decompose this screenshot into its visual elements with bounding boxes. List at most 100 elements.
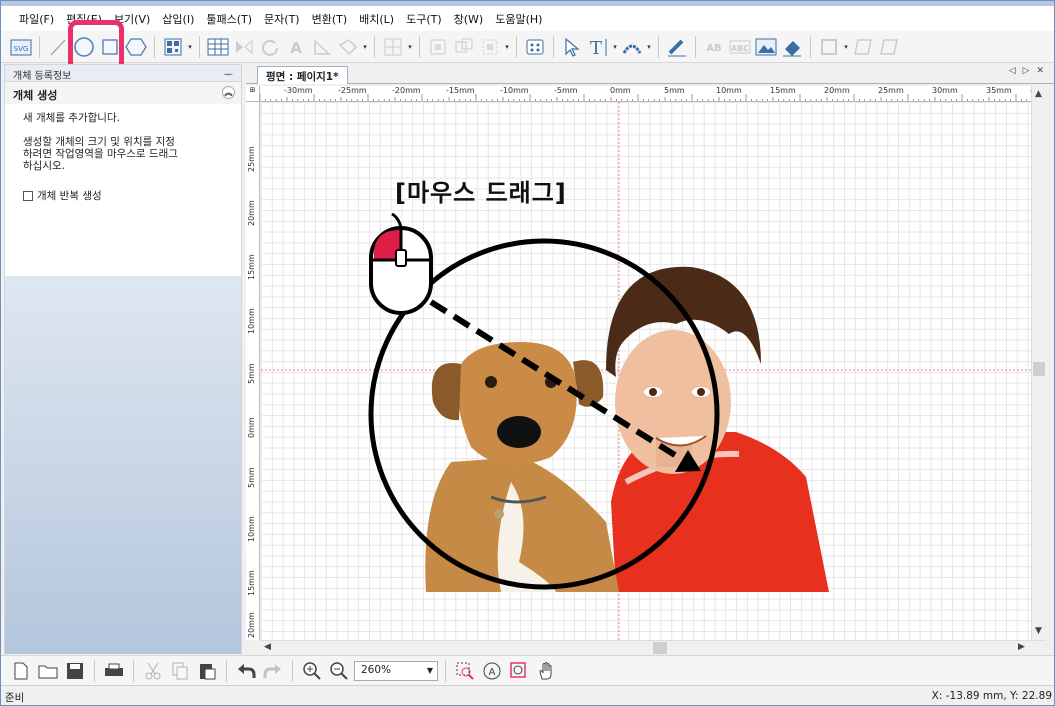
- pan-hand-icon[interactable]: [534, 659, 558, 683]
- curve-text-icon[interactable]: [620, 35, 644, 59]
- application-window: 파일(F) 편집(E) 보기(V) 삽입(I) 툴패스(T) 문자(T) 변환(…: [0, 0, 1055, 706]
- ruler-label: 0mm: [610, 86, 631, 95]
- zoom-in-icon[interactable]: [300, 659, 324, 683]
- ruler-label: 15mm: [770, 86, 796, 95]
- ruler-label: 20mm: [247, 612, 256, 638]
- repeat-create-checkbox[interactable]: 개체 반복 생성: [23, 190, 223, 202]
- qr-code-icon[interactable]: [161, 35, 185, 59]
- ungroup-dropdown-icon[interactable]: ▾: [504, 35, 510, 59]
- redo-icon[interactable]: [261, 659, 285, 683]
- save-icon[interactable]: [63, 659, 87, 683]
- checkbox-icon[interactable]: [23, 191, 33, 201]
- cut-icon[interactable]: [141, 659, 165, 683]
- repeat-create-label: 개체 반복 생성: [37, 190, 102, 202]
- zoom-out-icon[interactable]: [327, 659, 351, 683]
- menu-toolpath[interactable]: 툴패스(T): [200, 11, 258, 27]
- ruler-label: -10mm: [500, 86, 529, 95]
- ruler-label: -15mm: [446, 86, 475, 95]
- tab-nav-arrows[interactable]: ◁ ▷ ✕: [1009, 66, 1046, 76]
- slant-icon[interactable]: [310, 35, 334, 59]
- top-ruler: -30mm -25mm -20mm -15mm -10mm -5mm 0mm 5…: [260, 86, 1040, 102]
- drawing-canvas[interactable]: [261, 102, 1031, 640]
- cursor-coordinates: X: -13.89 mm, Y: 22.89: [931, 690, 1052, 702]
- menu-bar: 파일(F) 편집(E) 보기(V) 삽입(I) 툴패스(T) 문자(T) 변환(…: [1, 1, 1054, 31]
- text-tool-icon[interactable]: T: [586, 35, 610, 59]
- pen-icon[interactable]: [665, 35, 689, 59]
- zoom-level-select[interactable]: 260% ▼: [354, 660, 438, 681]
- table-icon[interactable]: [206, 35, 230, 59]
- copy-icon[interactable]: [168, 659, 192, 683]
- ruler-label: 5mm: [664, 86, 685, 95]
- polygon-tool-icon[interactable]: [124, 35, 148, 59]
- bottom-toolbar: 260% ▼ A: [1, 655, 1054, 685]
- align-icon[interactable]: [426, 35, 450, 59]
- main-toolbar: SVG ▾ A ▾ ▾ ▾ T ▾ ▾ AB ABC ▾: [1, 31, 1054, 63]
- svg-text:AB: AB: [706, 43, 721, 54]
- panel-title: 개체 등록정보 ᅮ: [5, 65, 241, 82]
- zoom-all-icon[interactable]: A: [480, 659, 504, 683]
- frame2-icon[interactable]: [851, 35, 875, 59]
- text-dropdown-icon[interactable]: ▾: [612, 35, 618, 59]
- group-icon[interactable]: [452, 35, 476, 59]
- vertical-scroll-thumb[interactable]: [1033, 362, 1045, 376]
- scroll-down-icon[interactable]: ▼: [1035, 626, 1042, 636]
- scroll-right-icon[interactable]: ▶: [1018, 642, 1025, 652]
- image-icon[interactable]: [754, 35, 778, 59]
- ruler-label: -30mm: [284, 86, 313, 95]
- horizontal-scrollbar[interactable]: ◀ ▶: [260, 640, 1046, 655]
- menu-tools[interactable]: 도구(T): [400, 11, 448, 27]
- panel-title-text: 개체 등록정보: [13, 71, 72, 82]
- menu-help[interactable]: 도움말(H): [489, 11, 548, 27]
- array-icon[interactable]: [381, 35, 405, 59]
- shape-dropdown-icon[interactable]: ▾: [362, 35, 368, 59]
- text-outline-icon[interactable]: A: [284, 35, 308, 59]
- rotate-icon[interactable]: [258, 35, 282, 59]
- vertical-scrollbar[interactable]: ▲ ▼: [1031, 86, 1046, 640]
- scroll-left-icon[interactable]: ◀: [264, 642, 271, 652]
- print-icon[interactable]: [102, 659, 126, 683]
- svg-import-icon[interactable]: SVG: [9, 35, 33, 59]
- grid-icon[interactable]: [523, 35, 547, 59]
- menu-transform[interactable]: 변환(T): [306, 11, 354, 27]
- array-dropdown-icon[interactable]: ▾: [407, 35, 413, 59]
- left-ruler: 25mm 20mm 15mm 10mm 5mm 0mm 5mm 10mm 15m…: [246, 102, 260, 640]
- photo-dog-illustration: [425, 342, 619, 592]
- collapse-icon[interactable]: ︽: [222, 86, 235, 99]
- tab-page1[interactable]: 평면 : 페이지1*: [257, 66, 348, 84]
- menu-window[interactable]: 창(W): [448, 11, 490, 27]
- text-abc-icon[interactable]: ABC: [728, 35, 752, 59]
- horizontal-scroll-thumb[interactable]: [653, 642, 667, 654]
- menu-text[interactable]: 문자(T): [258, 11, 306, 27]
- menu-insert[interactable]: 삽입(I): [156, 11, 200, 27]
- ruler-corner: ⊞: [246, 86, 260, 102]
- scroll-up-icon[interactable]: ▲: [1035, 89, 1042, 99]
- status-text: 준비: [5, 692, 25, 704]
- frame3-icon[interactable]: [877, 35, 901, 59]
- new-file-icon[interactable]: [9, 659, 33, 683]
- mirror-icon[interactable]: [232, 35, 256, 59]
- qr-dropdown-icon[interactable]: ▾: [187, 35, 193, 59]
- ruler-label: -5mm: [554, 86, 578, 95]
- ruler-label: 30mm: [932, 86, 958, 95]
- chevron-down-icon[interactable]: ▼: [427, 666, 433, 675]
- select-arrow-icon[interactable]: [560, 35, 584, 59]
- undo-icon[interactable]: [234, 659, 258, 683]
- zoom-fit-icon[interactable]: [507, 659, 531, 683]
- pin-icon[interactable]: ᅮ: [224, 66, 233, 81]
- line-tool-icon[interactable]: [46, 35, 70, 59]
- curve-dropdown-icon[interactable]: ▾: [646, 35, 652, 59]
- menu-file[interactable]: 파일(F): [13, 11, 60, 27]
- frame-dropdown-icon[interactable]: ▾: [843, 35, 849, 59]
- ungroup-icon[interactable]: [478, 35, 502, 59]
- zoom-area-icon[interactable]: [453, 659, 477, 683]
- ruler-label: 15mm: [247, 570, 256, 596]
- eraser-icon[interactable]: [780, 35, 804, 59]
- text-ab-icon[interactable]: AB: [702, 35, 726, 59]
- menu-arrange[interactable]: 배치(L): [353, 11, 400, 27]
- frame-icon[interactable]: [817, 35, 841, 59]
- ruler-label: 25mm: [878, 86, 904, 95]
- open-folder-icon[interactable]: [36, 659, 60, 683]
- drag-instruction-label: [마우스 드래그]: [395, 179, 567, 207]
- shape-icon[interactable]: [336, 35, 360, 59]
- paste-icon[interactable]: [195, 659, 219, 683]
